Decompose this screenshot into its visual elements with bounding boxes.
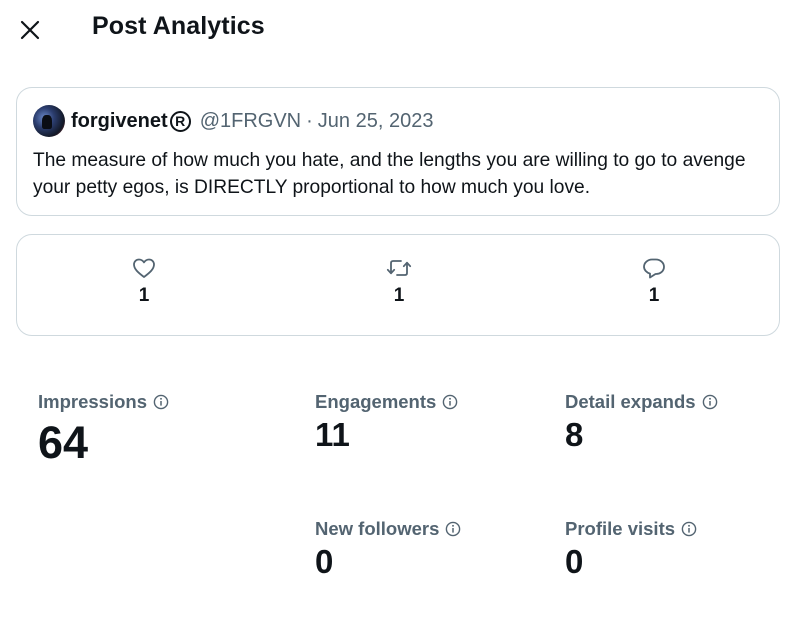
repost-icon (386, 260, 412, 276)
display-name[interactable]: forgivenet (71, 110, 168, 133)
info-icon[interactable] (153, 394, 169, 410)
detail-expands-value: 8 (565, 416, 584, 453)
interactions-card: 1 1 1 (16, 234, 780, 336)
reposts-metric: 1 (379, 257, 419, 307)
new-followers-value: 0 (315, 543, 334, 580)
registered-icon: R (169, 110, 191, 132)
info-icon[interactable] (445, 521, 461, 537)
engagements-label: Engagements (315, 391, 437, 412)
profile-visits-value: 0 (565, 543, 584, 580)
new-followers-label: New followers (315, 518, 440, 539)
profile-visits-label: Profile visits (565, 518, 676, 539)
engagements-value: 11 (315, 416, 350, 453)
impressions-label: Impressions (38, 391, 147, 412)
page-title: Post Analytics (92, 12, 265, 40)
info-icon[interactable] (442, 394, 458, 410)
likes-count: 1 (138, 285, 150, 306)
detail-expands-stat: Detail expands 8 (565, 391, 718, 454)
close-icon (20, 20, 40, 40)
info-icon[interactable] (702, 394, 718, 410)
replies-count: 1 (648, 285, 660, 306)
impressions-value: 64 (38, 417, 89, 468)
user-handle[interactable]: @1FRGVN (200, 110, 301, 133)
info-icon[interactable] (681, 521, 697, 537)
post-card[interactable]: forgivenet R @1FRGVN · Jun 25, 2023 The … (16, 87, 780, 216)
close-button[interactable] (14, 14, 46, 46)
profile-visits-stat: Profile visits 0 (565, 518, 697, 581)
avatar[interactable] (33, 105, 65, 137)
impressions-stat: Impressions 64 (38, 391, 169, 468)
likes-metric: 1 (124, 257, 164, 307)
reposts-count: 1 (393, 285, 405, 306)
separator: · (306, 109, 313, 132)
post-date[interactable]: Jun 25, 2023 (318, 110, 434, 133)
post-analytics-page: Post Analytics forgivenet R @1FRGVN · Ju… (0, 0, 790, 621)
detail-expands-label: Detail expands (565, 391, 696, 412)
new-followers-stat: New followers 0 (315, 518, 461, 581)
heart-icon (133, 258, 155, 278)
engagements-stat: Engagements 11 (315, 391, 458, 454)
reply-icon (643, 258, 665, 279)
post-header: forgivenet R @1FRGVN · Jun 25, 2023 (33, 104, 433, 138)
replies-metric: 1 (634, 257, 674, 307)
post-text: The measure of how much you hate, and th… (33, 150, 746, 198)
